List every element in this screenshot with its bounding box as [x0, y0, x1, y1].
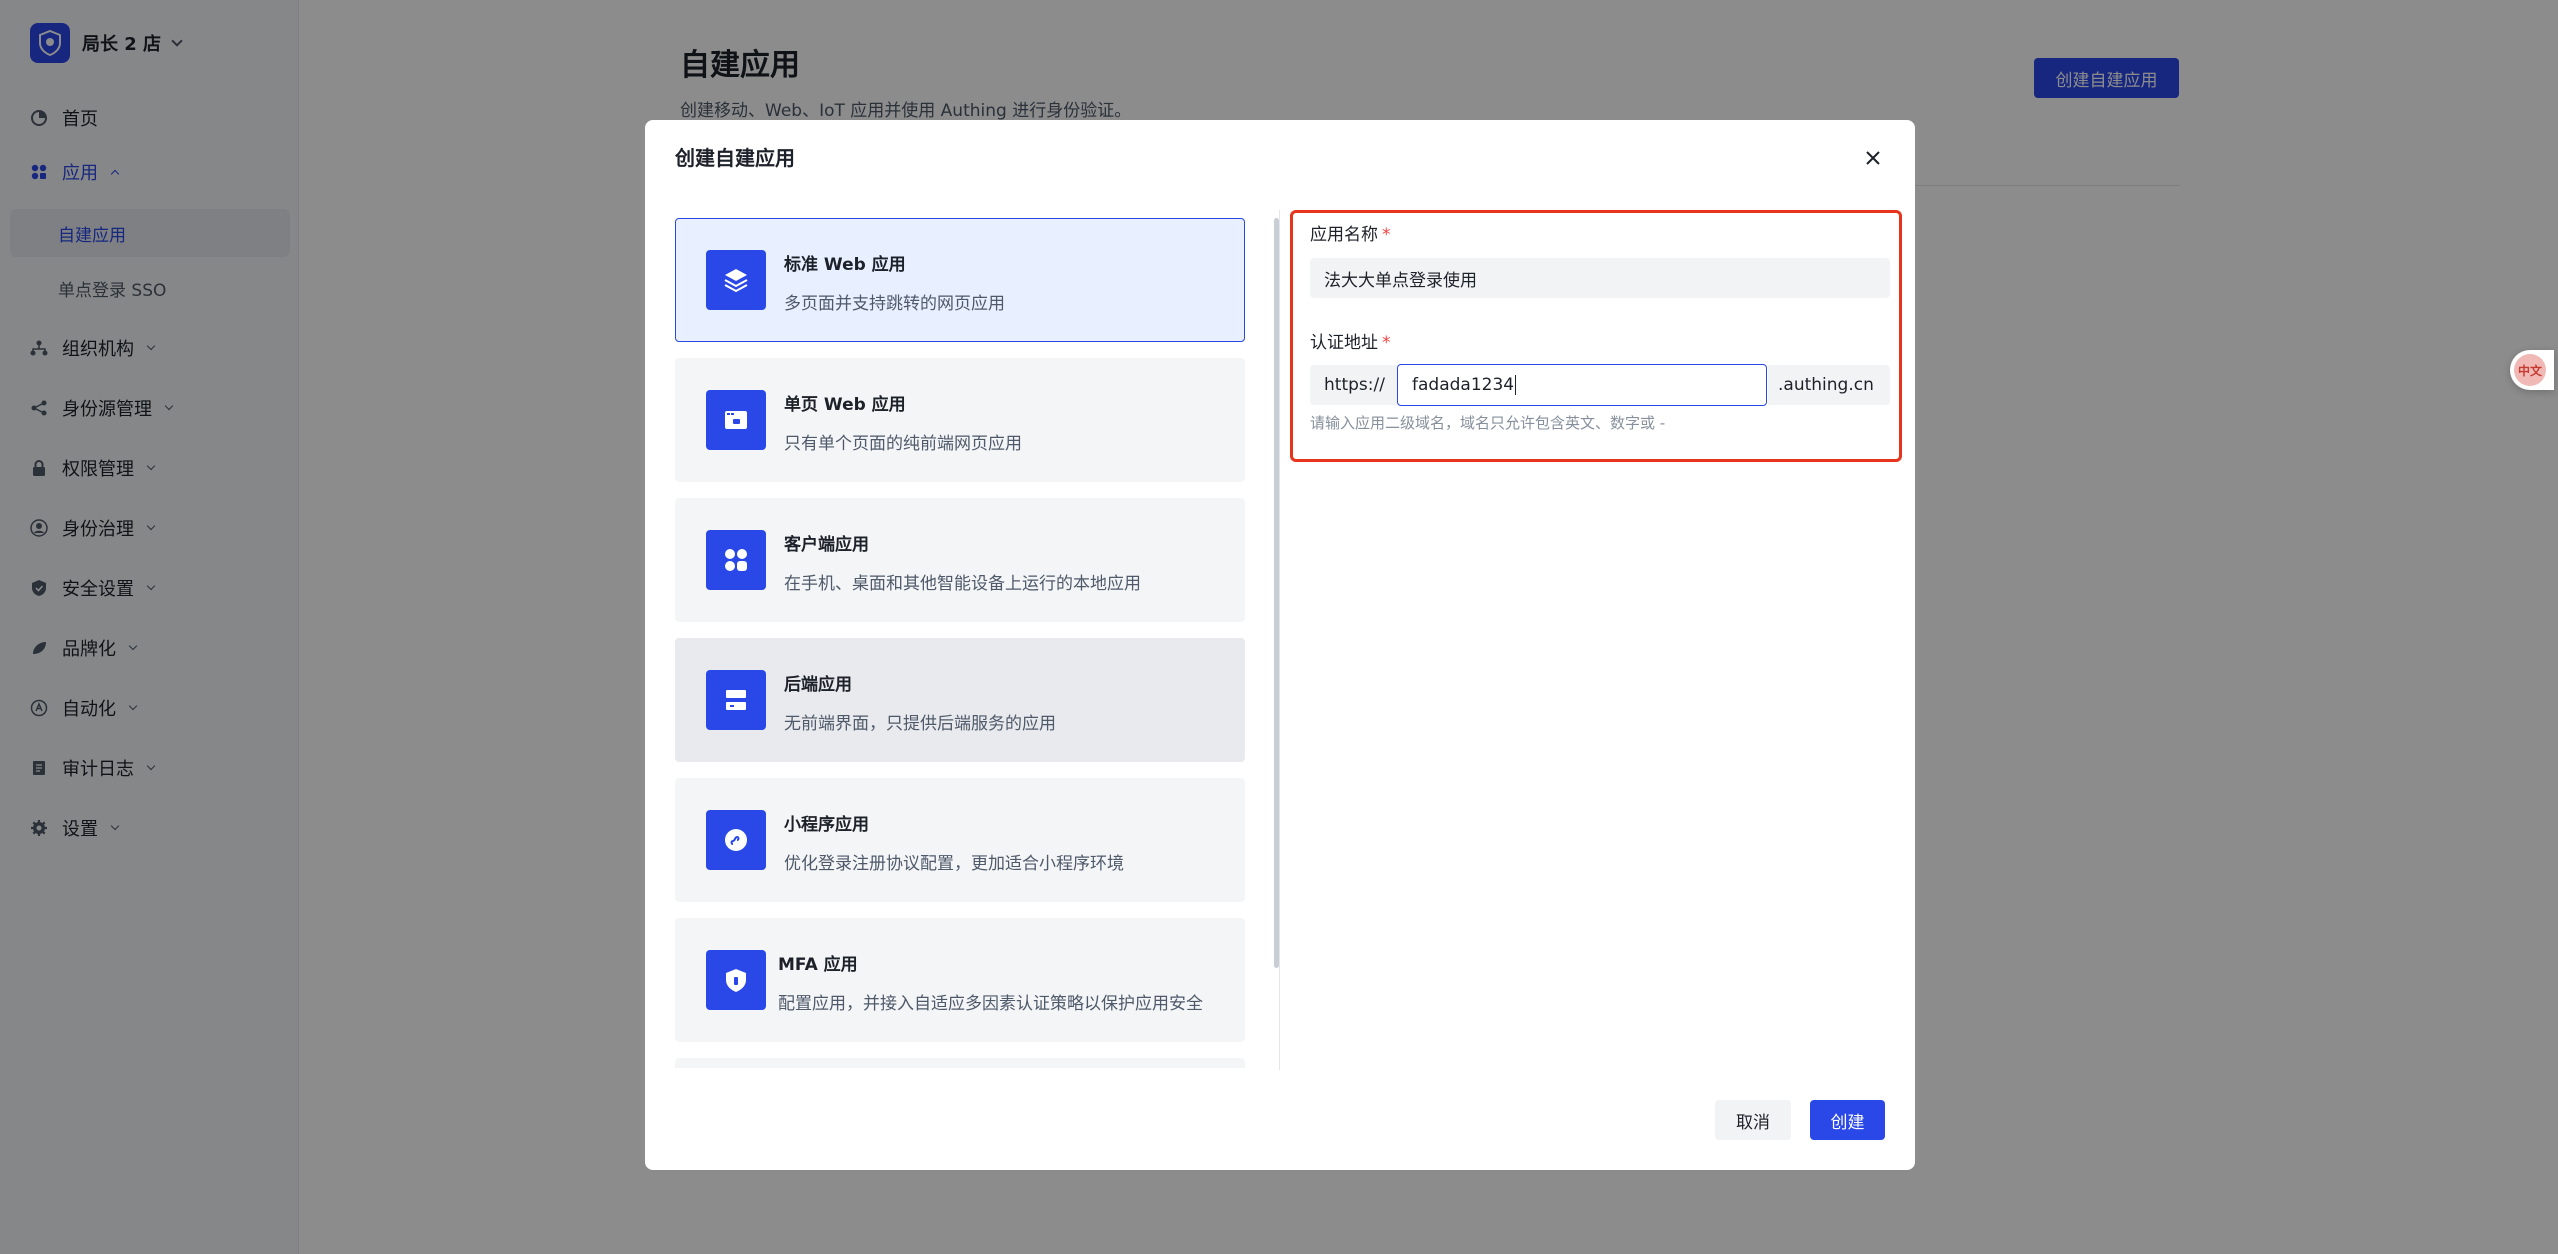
- app-type-title: 单页 Web 应用: [784, 395, 906, 415]
- shield-lock-icon: [706, 950, 766, 1010]
- domain-prefix: https://: [1310, 365, 1398, 405]
- app-type-desc: 优化登录注册协议配置，更加适合小程序环境: [784, 854, 1124, 874]
- text-caret: [1515, 375, 1517, 395]
- app-type-title: 标准 Web 应用: [784, 255, 906, 275]
- app-type-card-mini-program[interactable]: 小程序应用 优化登录注册协议配置，更加适合小程序环境: [675, 778, 1245, 902]
- cancel-button[interactable]: 取消: [1715, 1100, 1791, 1140]
- app-type-title: 后端应用: [784, 675, 852, 695]
- required-mark: *: [1382, 225, 1391, 245]
- app-type-title: 客户端应用: [784, 535, 869, 555]
- translate-float-button[interactable]: 中文: [2510, 350, 2554, 390]
- mini-program-icon: [706, 810, 766, 870]
- create-button[interactable]: 创建: [1810, 1100, 1885, 1140]
- app-type-title: 小程序应用: [784, 815, 869, 835]
- app-type-card-backend[interactable]: 后端应用 无前端界面，只提供后端服务的应用: [675, 638, 1245, 762]
- app-type-card-spa[interactable]: 单页 Web 应用 只有单个页面的纯前端网页应用: [675, 358, 1245, 482]
- create-app-modal: 创建自建应用 标准 Web 应用 多页面并支持跳转的网页应用 单页 Web 应用…: [645, 120, 1915, 1170]
- app-type-desc: 只有单个页面的纯前端网页应用: [784, 434, 1022, 454]
- app-type-card-native[interactable]: 客户端应用 在手机、桌面和其他智能设备上运行的本地应用: [675, 498, 1245, 622]
- app-grid-icon: [706, 530, 766, 590]
- browser-window-icon: [706, 390, 766, 450]
- app-type-card-mfa[interactable]: MFA 应用 配置应用，并接入自适应多因素认证策略以保护应用安全: [675, 918, 1245, 1042]
- layers-icon: [706, 250, 766, 310]
- modal-title: 创建自建应用: [675, 146, 795, 170]
- app-type-desc: 多页面并支持跳转的网页应用: [784, 294, 1005, 314]
- app-name-input[interactable]: 法大大单点登录使用: [1310, 258, 1890, 298]
- app-type-card-standard-web[interactable]: 标准 Web 应用 多页面并支持跳转的网页应用: [675, 218, 1245, 342]
- domain-label: 认证地址 *: [1310, 333, 1391, 353]
- translate-icon: 中文: [2514, 354, 2546, 386]
- server-icon: [706, 670, 766, 730]
- domain-hint: 请输入应用二级域名，域名只允许包含英文、数字或 -: [1310, 414, 1666, 432]
- close-icon[interactable]: [1857, 142, 1889, 174]
- app-type-card-more[interactable]: [675, 1058, 1245, 1068]
- app-name-label: 应用名称 *: [1310, 225, 1391, 245]
- domain-input[interactable]: fadada1234: [1397, 364, 1767, 406]
- required-mark: *: [1382, 333, 1391, 353]
- app-type-list: 标准 Web 应用 多页面并支持跳转的网页应用 单页 Web 应用 只有单个页面…: [675, 218, 1245, 1068]
- app-type-title: MFA 应用: [778, 955, 858, 975]
- app-type-desc: 在手机、桌面和其他智能设备上运行的本地应用: [784, 574, 1141, 594]
- domain-input-value: fadada1234: [1412, 375, 1515, 395]
- domain-suffix: .authing.cn: [1768, 365, 1890, 405]
- app-type-desc: 配置应用，并接入自适应多因素认证策略以保护应用安全: [778, 994, 1203, 1014]
- divider: [1279, 210, 1280, 1070]
- app-type-desc: 无前端界面，只提供后端服务的应用: [784, 714, 1056, 734]
